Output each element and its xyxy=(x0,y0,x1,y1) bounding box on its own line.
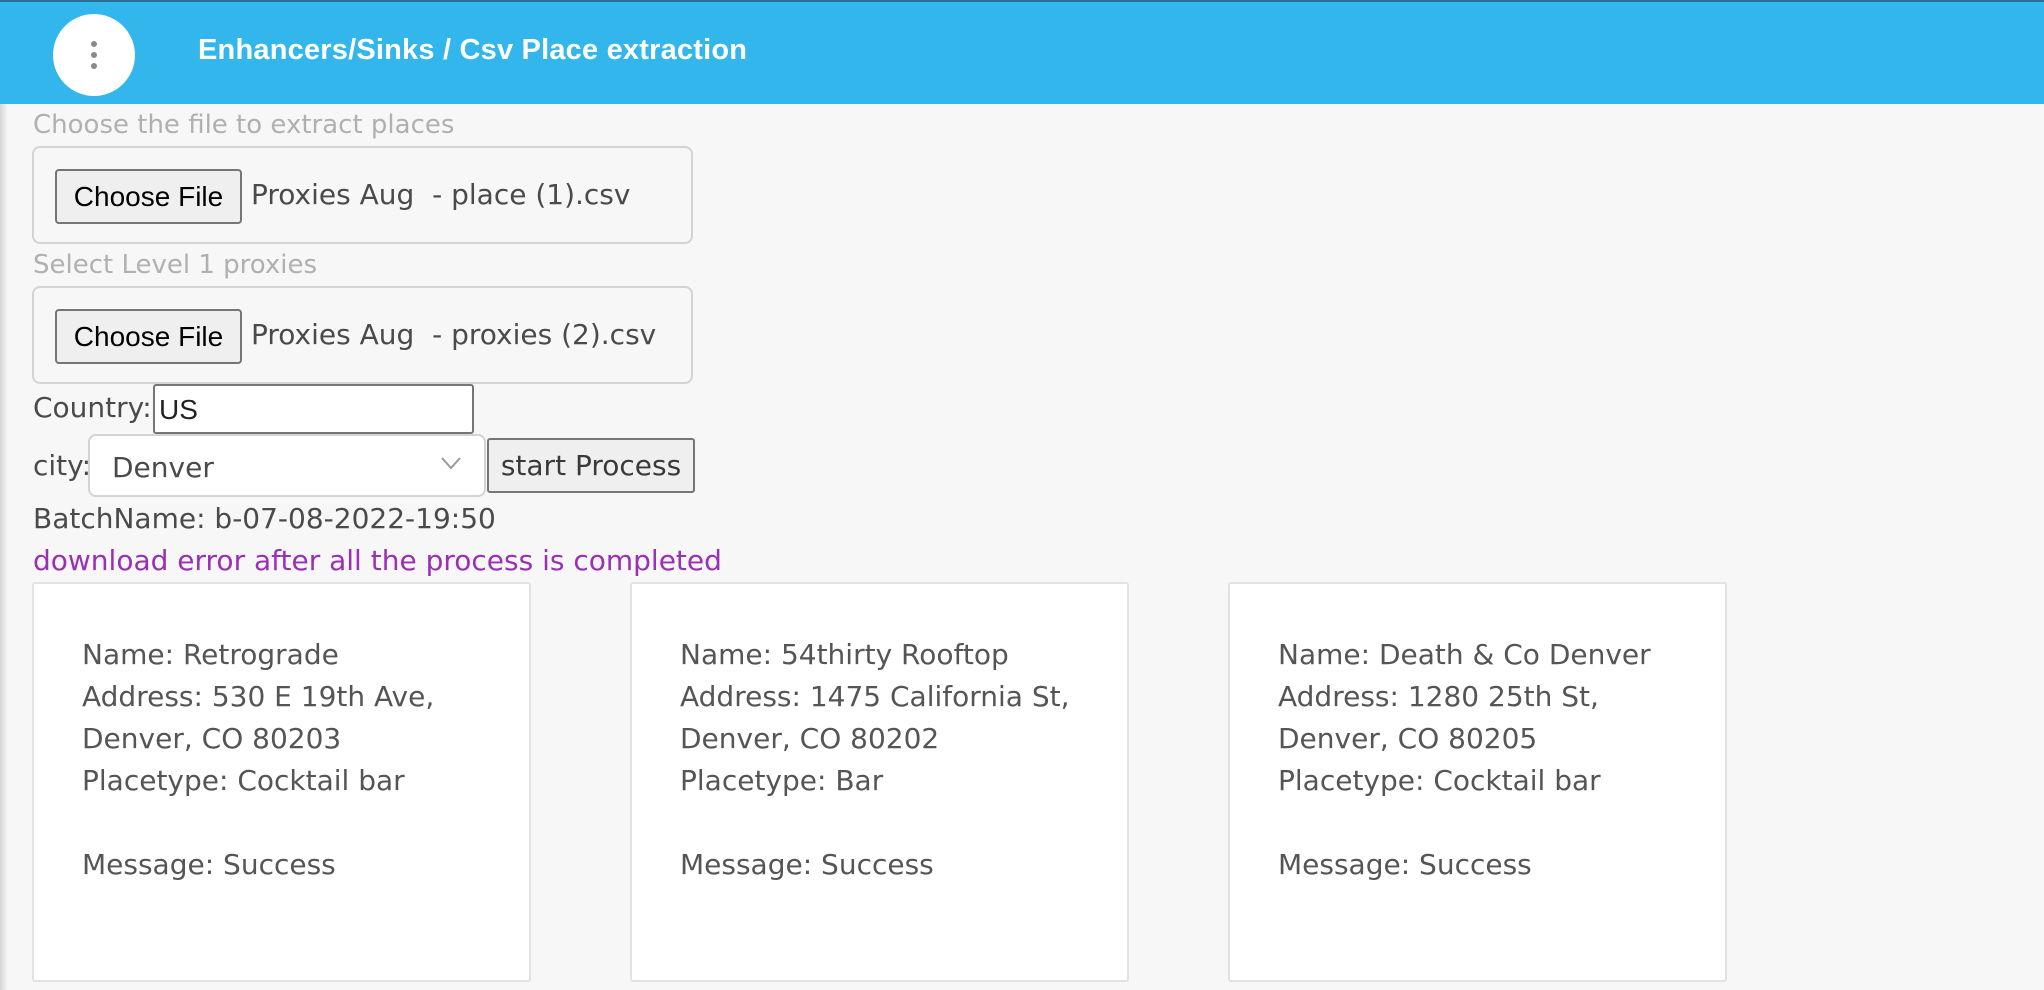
place-name: Name: Retrograde xyxy=(82,638,339,671)
result-card: Name: Death & Co Denver Address: 1280 25… xyxy=(1228,582,1727,982)
country-input[interactable]: US xyxy=(153,384,474,434)
place-address-city: Denver, CO 80202 xyxy=(680,722,940,755)
more-vertical-icon xyxy=(91,63,97,69)
more-vertical-icon xyxy=(91,41,97,47)
city-select-value: Denver xyxy=(112,451,214,484)
place-address: Address: 1475 California St, xyxy=(680,680,1070,713)
app-header: Enhancers/Sinks / Csv Place extraction xyxy=(0,0,2044,104)
start-process-button[interactable]: start Process xyxy=(487,438,695,493)
place-address: Address: 530 E 19th Ave, xyxy=(82,680,435,713)
proxies-label: Select Level 1 proxies xyxy=(33,250,318,280)
place-address-city: Denver, CO 80205 xyxy=(1278,722,1538,755)
selected-file-name: Proxies Aug - place (1).csv xyxy=(251,178,631,211)
left-edge-shadow xyxy=(0,104,8,990)
file-label: Choose the file to extract places xyxy=(33,110,455,140)
place-address-city: Denver, CO 80203 xyxy=(82,722,342,755)
proxies-input-box[interactable]: Choose File Proxies Aug - proxies (2).cs… xyxy=(32,286,693,384)
more-vertical-icon xyxy=(91,52,97,58)
city-select[interactable]: Denver xyxy=(88,434,486,497)
place-address: Address: 1280 25th St, xyxy=(1278,680,1599,713)
selected-proxies-file-name: Proxies Aug - proxies (2).csv xyxy=(251,318,657,351)
place-message: Message: Success xyxy=(1278,848,1532,881)
city-label: city: xyxy=(33,449,92,482)
file-input-box[interactable]: Choose File Proxies Aug - place (1).csv xyxy=(32,146,693,244)
chevron-down-icon xyxy=(441,457,461,470)
result-card: Name: Retrograde Address: 530 E 19th Ave… xyxy=(32,582,531,982)
place-name: Name: 54thirty Rooftop xyxy=(680,638,1009,671)
batch-name: BatchName: b-07-08-2022-19:50 xyxy=(33,502,496,535)
place-type: Placetype: Bar xyxy=(680,764,884,797)
page-title: Enhancers/Sinks / Csv Place extraction xyxy=(198,34,748,66)
choose-proxies-button[interactable]: Choose File xyxy=(55,309,242,364)
choose-file-button[interactable]: Choose File xyxy=(55,169,242,224)
place-message: Message: Success xyxy=(82,848,336,881)
place-name: Name: Death & Co Denver xyxy=(1278,638,1651,671)
menu-button[interactable] xyxy=(53,14,135,96)
country-label: Country: xyxy=(33,391,152,424)
place-type: Placetype: Cocktail bar xyxy=(82,764,405,797)
place-message: Message: Success xyxy=(680,848,934,881)
download-error-link[interactable]: download error after all the process is … xyxy=(33,544,722,577)
result-card: Name: 54thirty Rooftop Address: 1475 Cal… xyxy=(630,582,1129,982)
place-type: Placetype: Cocktail bar xyxy=(1278,764,1601,797)
